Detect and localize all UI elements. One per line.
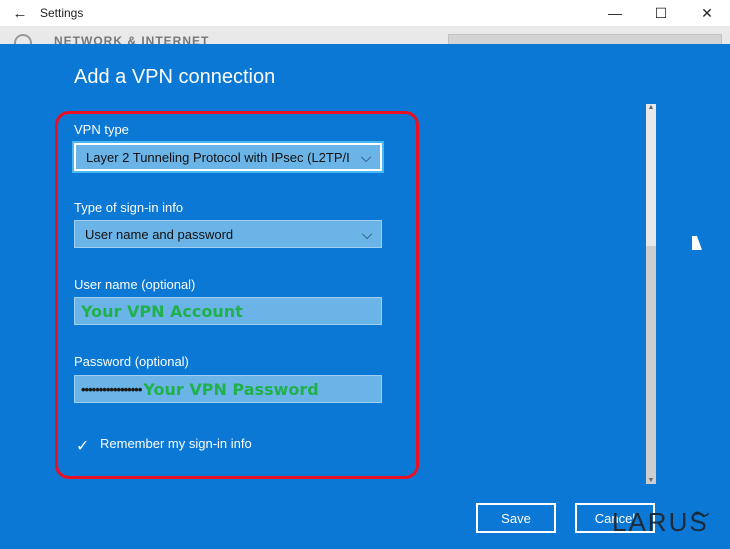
minimize-icon[interactable]: — <box>592 5 638 21</box>
vpn-type-select[interactable]: Layer 2 Tunneling Protocol with IPsec (L… <box>72 141 384 173</box>
password-input[interactable]: ••••••••••••••••• Your VPN Password <box>74 375 382 403</box>
vpn-dialog: Add a VPN connection VPN type Layer 2 Tu… <box>0 44 730 549</box>
larus-logo: LARUS 〜 <box>612 505 710 538</box>
page-heading: NETWORK & INTERNET <box>54 34 210 44</box>
remember-signin-label[interactable]: Remember my sign-in info <box>100 436 252 451</box>
scroll-down-icon[interactable]: ▼ <box>646 477 656 484</box>
signin-type-value: User name and password <box>85 226 234 242</box>
bird-icon: 〜 <box>692 505 712 525</box>
password-label: Password (optional) <box>74 354 189 369</box>
window-title: Settings <box>40 6 84 20</box>
signin-type-select[interactable]: User name and password ⌵ <box>74 220 382 248</box>
close-icon[interactable]: ✕ <box>684 5 730 22</box>
chevron-down-icon: ⌵ <box>361 225 373 242</box>
scroll-thumb[interactable] <box>646 246 656 484</box>
username-label: User name (optional) <box>74 277 196 292</box>
dialog-title: Add a VPN connection <box>74 66 276 88</box>
password-mask: ••••••••••••••••• <box>81 381 142 397</box>
back-arrow-icon[interactable]: ← <box>0 5 40 22</box>
vpn-type-value: Layer 2 Tunneling Protocol with IPsec (L… <box>86 149 350 165</box>
scrollbar[interactable]: ▲ ▼ <box>646 104 656 484</box>
mouse-cursor-icon <box>692 236 702 250</box>
checkmark-icon[interactable]: ✓ <box>76 436 89 456</box>
maximize-icon[interactable]: ☐ <box>638 5 684 22</box>
save-button[interactable]: Save <box>476 503 556 533</box>
username-value: Your VPN Account <box>81 301 243 321</box>
password-value: Your VPN Password <box>143 379 319 399</box>
signin-type-label: Type of sign-in info <box>74 200 184 215</box>
title-bar: ← Settings — ☐ ✕ <box>0 0 730 26</box>
settings-page-behind: NETWORK & INTERNET <box>0 26 730 44</box>
search-input[interactable] <box>448 34 722 44</box>
gear-icon <box>14 34 32 44</box>
username-input[interactable]: Your VPN Account <box>74 297 382 325</box>
vpn-type-label: VPN type <box>74 122 129 137</box>
chevron-down-icon: ⌵ <box>360 148 372 165</box>
scroll-up-icon[interactable]: ▲ <box>646 104 656 111</box>
